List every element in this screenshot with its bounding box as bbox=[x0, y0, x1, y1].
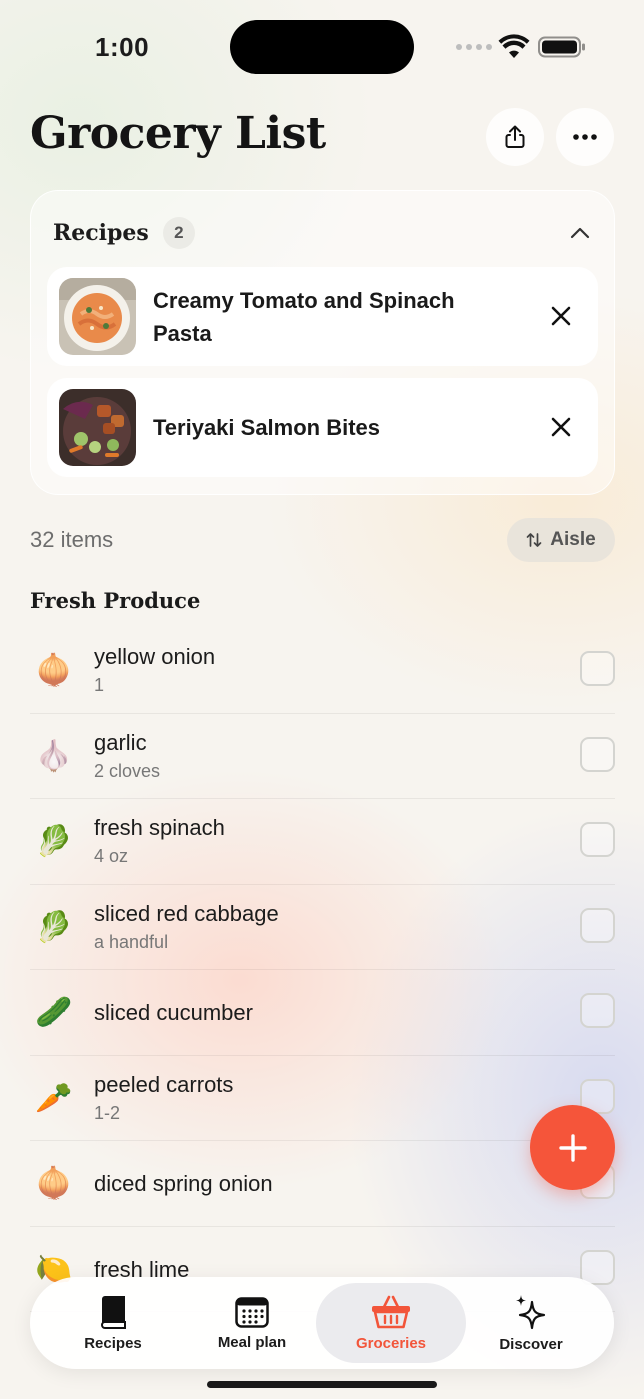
add-item-button[interactable] bbox=[530, 1105, 615, 1190]
item-name: peeled carrots bbox=[94, 1071, 234, 1097]
tab-label: Recipes bbox=[84, 1334, 142, 1352]
grocery-item[interactable]: 🧅 yellow onion 1 bbox=[30, 628, 615, 714]
item-name: garlic bbox=[94, 729, 147, 755]
ellipsis-icon bbox=[573, 134, 597, 140]
item-checkbox[interactable] bbox=[580, 736, 615, 772]
items-count: 32 items bbox=[30, 527, 114, 552]
carrot-icon: 🥕 bbox=[35, 1081, 73, 1115]
cellular-signal-icon bbox=[456, 44, 492, 50]
onion-icon: 🧅 bbox=[35, 1167, 73, 1200]
tab-recipes[interactable]: Recipes bbox=[38, 1283, 188, 1363]
sort-arrows-icon bbox=[526, 533, 542, 547]
page-title: Grocery List bbox=[30, 108, 326, 159]
item-name: sliced red cabbage bbox=[94, 900, 279, 926]
section-title: Fresh Produce bbox=[30, 588, 201, 613]
item-quantity: 2 cloves bbox=[94, 760, 161, 781]
sparkles-icon bbox=[516, 1294, 546, 1329]
grocery-item[interactable]: 🥕 peeled carrots 1-2 bbox=[30, 1056, 615, 1141]
item-name: fresh spinach bbox=[94, 815, 225, 840]
sort-label: Aisle bbox=[550, 529, 596, 550]
tab-label: Meal plan bbox=[217, 1333, 287, 1351]
dynamic-island bbox=[230, 20, 414, 74]
sort-by-aisle-button[interactable]: Aisle bbox=[507, 518, 615, 562]
recipes-card: Recipes 2 Creamy Tomato and Spinach Past… bbox=[30, 190, 615, 495]
recipes-count-badge: 2 bbox=[162, 217, 195, 249]
status-bar: 1:00 bbox=[0, 0, 644, 92]
tab-meal-plan[interactable]: Meal plan bbox=[177, 1283, 327, 1363]
close-icon bbox=[551, 306, 571, 326]
plus-icon bbox=[558, 1133, 587, 1162]
grocery-item[interactable]: 🥒 sliced cucumber bbox=[30, 970, 615, 1056]
item-name: yellow onion bbox=[94, 644, 216, 669]
pasta-thumbnail bbox=[59, 278, 136, 355]
leafy-greens-icon: 🥬 bbox=[35, 910, 73, 944]
collapse-recipes-button[interactable] bbox=[568, 221, 592, 245]
battery-icon bbox=[538, 36, 585, 58]
grocery-item[interactable]: 🥬 sliced red cabbage a handful bbox=[30, 885, 615, 970]
recipe-name: Creamy Tomato and Spinach Pasta bbox=[153, 287, 455, 346]
cucumber-icon: 🥒 bbox=[35, 996, 73, 1029]
more-options-button[interactable] bbox=[556, 108, 614, 166]
tab-label: Discover bbox=[499, 1335, 563, 1353]
home-indicator bbox=[207, 1381, 437, 1388]
close-icon bbox=[551, 417, 571, 437]
item-quantity: 4 oz bbox=[94, 846, 129, 866]
remove-recipe-button[interactable] bbox=[546, 301, 576, 331]
share-button[interactable] bbox=[486, 108, 544, 166]
recipe-item[interactable]: Teriyaki Salmon Bites bbox=[47, 378, 598, 477]
item-checkbox[interactable] bbox=[580, 822, 615, 857]
item-checkbox[interactable] bbox=[580, 1249, 615, 1285]
item-checkbox[interactable] bbox=[580, 907, 615, 943]
item-checkbox[interactable] bbox=[580, 651, 615, 686]
status-time: 1:00 bbox=[95, 32, 150, 62]
book-icon bbox=[100, 1295, 126, 1329]
leafy-greens-icon: 🥬 bbox=[35, 825, 73, 858]
recipe-name: Teriyaki Salmon Bites bbox=[153, 415, 381, 440]
tab-label: Groceries bbox=[355, 1334, 427, 1352]
grocery-list: 🧅 yellow onion 1 🧄 garlic 2 cloves 🥬 fre… bbox=[30, 628, 615, 1312]
salmon-bowl-thumbnail bbox=[59, 389, 136, 466]
tab-discover[interactable]: Discover bbox=[456, 1283, 606, 1363]
item-name: sliced cucumber bbox=[94, 1000, 253, 1025]
grocery-item[interactable]: 🥬 fresh spinach 4 oz bbox=[30, 799, 615, 885]
onion-icon: 🧅 bbox=[35, 654, 73, 687]
wifi-icon bbox=[498, 34, 530, 58]
item-quantity: 1-2 bbox=[94, 1102, 121, 1123]
item-name: diced spring onion bbox=[94, 1171, 273, 1196]
remove-recipe-button[interactable] bbox=[546, 412, 576, 442]
item-quantity: a handful bbox=[94, 931, 169, 952]
tab-groceries[interactable]: Groceries bbox=[316, 1283, 466, 1363]
garlic-icon: 🧄 bbox=[35, 739, 73, 773]
share-icon bbox=[505, 125, 525, 148]
grocery-item[interactable]: 🧄 garlic 2 cloves bbox=[30, 714, 615, 799]
tab-bar: Recipes Meal plan Groceries Discover bbox=[30, 1277, 614, 1369]
recipes-title: Recipes bbox=[53, 220, 149, 246]
item-checkbox[interactable] bbox=[580, 993, 615, 1028]
item-quantity: 1 bbox=[94, 675, 105, 695]
recipe-item[interactable]: Creamy Tomato and Spinach Pasta bbox=[47, 267, 598, 366]
calendar-icon bbox=[235, 1296, 269, 1328]
grocery-item[interactable]: 🧅 diced spring onion bbox=[30, 1141, 615, 1227]
chevron-up-icon bbox=[570, 227, 590, 239]
recipes-header: Recipes 2 bbox=[53, 217, 195, 249]
basket-icon bbox=[372, 1295, 410, 1328]
